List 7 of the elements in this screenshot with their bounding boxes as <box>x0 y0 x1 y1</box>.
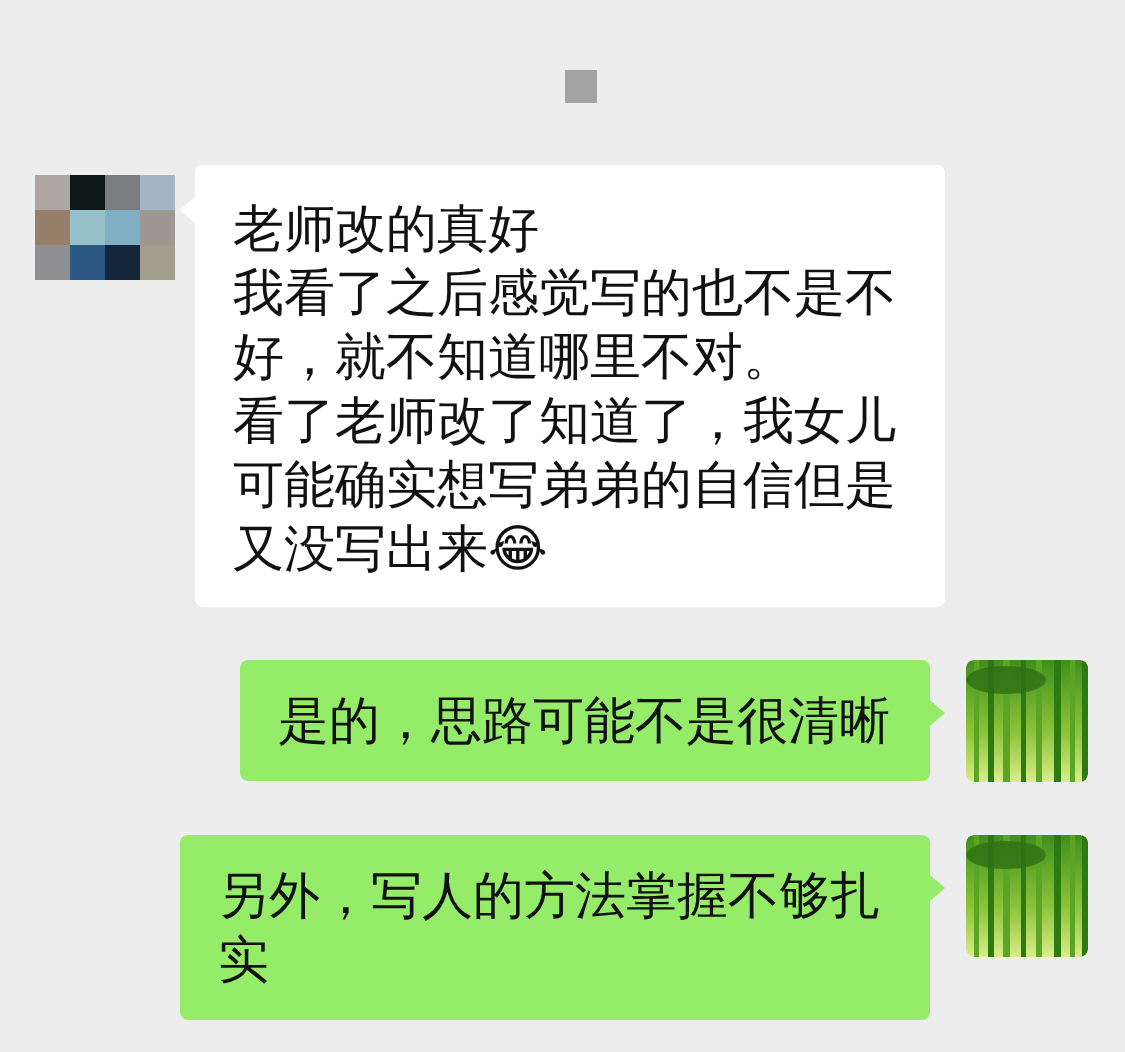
message-text: 另外，写人的方法掌握不够扎实 <box>218 865 882 991</box>
message-text: 看了老师改了知道了，我女儿可能确实想写弟弟的自信但是又没写出来😂 <box>233 390 897 580</box>
message-text: 是的，思路可能不是很清晰 <box>278 690 890 752</box>
message-text: 老师改的真好 <box>233 198 540 260</box>
message-text: 我看了之后感觉写的也不是不好，就不知道哪里不对。 <box>233 262 897 388</box>
blurred-mark <box>565 70 597 103</box>
avatar[interactable] <box>35 175 175 280</box>
